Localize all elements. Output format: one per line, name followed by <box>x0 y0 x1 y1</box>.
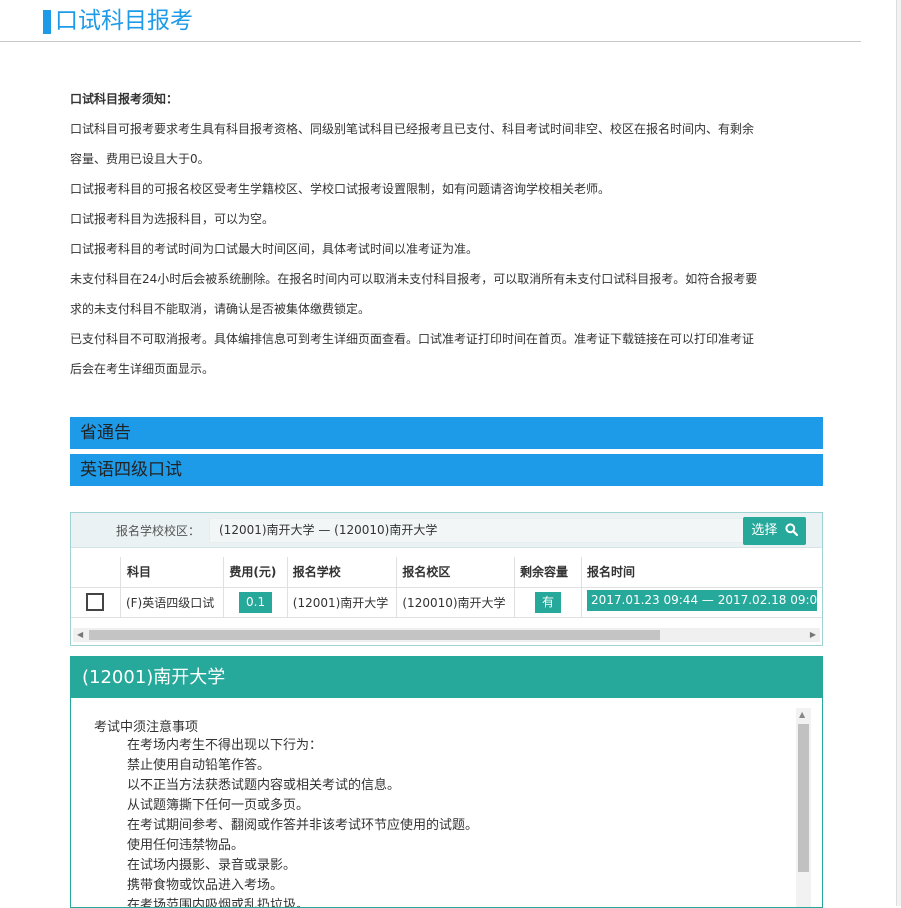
select-button-label: 选择 <box>751 523 778 538</box>
notice-line: 口试科目可报考要求考生具有科目报考资格、同级别笔试科目已经报考且已支付、科目考试… <box>70 122 755 136</box>
horizontal-scrollbar[interactable]: ◀ ▶ <box>73 628 820 642</box>
exam-rules-box: 考试中须注意事项 在考场内考生不得出现以下行为： 禁止使用自动铅笔作答。 以不正… <box>71 698 822 908</box>
registration-panel: 报名学校校区： (12001)南开大学 — (120010)南开大学 选择 科目… <box>70 512 823 646</box>
scroll-right-icon[interactable]: ▶ <box>810 630 816 640</box>
province-notice-bar[interactable]: 省通告 <box>70 417 823 449</box>
rule-item: 在考试期间参考、翻阅或作答并非该考试环节应使用的试题。 <box>127 818 479 833</box>
rule-item: 禁止使用自动铅笔作答。 <box>127 758 271 773</box>
rule-item: 使用任何违禁物品。 <box>127 838 245 853</box>
column-header-fee: 费用(元) <box>223 557 288 588</box>
rule-item: 以不正当方法获悉试题内容或相关考试的信息。 <box>127 778 401 793</box>
vertical-scrollbar[interactable]: ▲ <box>796 708 811 907</box>
campus-field[interactable]: (12001)南开大学 — (120010)南开大学 <box>209 518 795 543</box>
column-header-school: 报名学校 <box>287 557 398 588</box>
row-select-cell <box>71 587 121 618</box>
notice-line: 已支付科目不可取消报考。具体编排信息可到考生详细页面查看。口试准考证打印时间在首… <box>70 332 755 346</box>
rules-list: 在考场内考生不得出现以下行为： 禁止使用自动铅笔作答。 以不正当方法获悉试题内容… <box>127 736 479 908</box>
notice-heading: 口试科目报考须知： <box>70 92 179 106</box>
window-edge <box>896 0 901 906</box>
column-header-campus: 报名校区 <box>396 557 515 588</box>
rule-item: 从试题簿撕下任何一页或多页。 <box>127 798 310 813</box>
subject-table: 科目 费用(元) 报名学校 报名校区 剩余容量 报名时间 (F)英语四级口试 0… <box>71 557 822 618</box>
search-icon <box>784 523 798 537</box>
school-name-header: (12001)南开大学 <box>71 657 822 698</box>
capacity-cell: 有 <box>514 587 582 618</box>
campus-label: 报名学校校区： <box>116 524 201 538</box>
rule-item: 携带食物或饮品进入考场。 <box>127 878 284 893</box>
campus-cell: (120010)南开大学 <box>396 587 515 618</box>
registration-time-badge: 2017.01.23 09:44 — 2017.02.18 09:00 <box>586 590 817 611</box>
notice-line: 未支付科目在24小时后会被系统删除。在报名时间内可以取消未支付科目报考，可以取消… <box>70 272 758 286</box>
notice-line: 后会在考生详细页面显示。 <box>70 362 215 376</box>
rules-title: 考试中须注意事项 <box>94 720 199 735</box>
fee-badge: 0.1 <box>239 591 273 613</box>
capacity-badge: 有 <box>534 591 561 613</box>
select-campus-button[interactable]: 选择 <box>743 517 806 545</box>
title-accent-bar <box>43 10 51 34</box>
notice-line: 求的未支付科目不能取消，请确认是否被集体缴费锁定。 <box>70 302 371 316</box>
page-title: 口试科目报考 <box>55 8 193 34</box>
rule-item: 在考场范围内吸烟或乱扔垃圾。 <box>127 898 310 908</box>
column-header-subject: 科目 <box>120 557 225 588</box>
horizontal-scroll-thumb[interactable] <box>89 630 660 640</box>
table-header-row: 科目 费用(元) 报名学校 报名校区 剩余容量 报名时间 <box>71 557 822 588</box>
registration-notice: 口试科目报考须知： 口试科目可报考要求考生具有科目报考资格、同级别笔试科目已经报… <box>70 84 822 384</box>
notice-line: 容量、费用已设且大于0。 <box>70 152 210 166</box>
column-header-capacity: 剩余容量 <box>514 557 582 588</box>
time-cell: 2017.01.23 09:44 — 2017.02.18 09:00 <box>581 587 822 618</box>
scroll-left-icon[interactable]: ◀ <box>77 630 83 640</box>
page-header: 口试科目报考 <box>0 0 861 42</box>
column-header-time: 报名时间 <box>581 557 822 588</box>
rule-item: 在考场内考生不得出现以下行为： <box>127 738 323 753</box>
vertical-scroll-thumb[interactable] <box>798 724 809 872</box>
column-header-select <box>71 557 121 588</box>
subject-cell: (F)英语四级口试 <box>120 587 225 618</box>
campus-selector-row: 报名学校校区： (12001)南开大学 — (120010)南开大学 选择 <box>71 513 822 548</box>
school-info-panel: (12001)南开大学 考试中须注意事项 在考场内考生不得出现以下行为： 禁止使… <box>70 656 823 908</box>
subject-checkbox[interactable] <box>86 593 105 611</box>
subject-group-bar[interactable]: 英语四级口试 <box>70 454 823 486</box>
notice-line: 口试报考科目的可报名校区受考生学籍校区、学校口试报考设置限制，如有问题请咨询学校… <box>70 182 611 196</box>
notice-line: 口试报考科目的考试时间为口试最大时间区间，具体考试时间以准考证为准。 <box>70 242 479 256</box>
scroll-up-icon[interactable]: ▲ <box>799 710 805 719</box>
table-row: (F)英语四级口试 0.1 (12001)南开大学 (120010)南开大学 有… <box>71 587 822 618</box>
notice-line: 口试报考科目为选报科目，可以为空。 <box>70 212 275 226</box>
rule-item: 在试场内摄影、录音或录影。 <box>127 858 297 873</box>
fee-cell: 0.1 <box>223 587 288 618</box>
school-cell: (12001)南开大学 <box>287 587 398 618</box>
